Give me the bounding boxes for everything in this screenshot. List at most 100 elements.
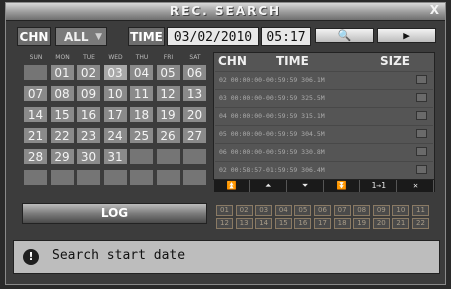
- file-list-row-text: 06 00:00:00-00:59:59 330.8M: [219, 148, 325, 156]
- calendar-day[interactable]: 26: [155, 127, 181, 144]
- calendar-day[interactable]: 27: [182, 127, 207, 144]
- calendar: SUN MON TUE WED THU FRI SAT 01 02 03 04 05 06 07 08 09 1…: [23, 52, 208, 192]
- calendar-day[interactable]: 11: [129, 85, 154, 102]
- calendar-day[interactable]: 02: [76, 64, 101, 81]
- calendar-empty-cell: [23, 64, 48, 81]
- chn-label: CHN: [17, 27, 51, 46]
- calendar-day[interactable]: 18: [129, 106, 154, 123]
- calendar-empty-cell: [102, 169, 128, 186]
- calendar-day[interactable]: 15: [49, 106, 75, 123]
- status-bar: ! Search start date: [13, 240, 440, 274]
- calendar-empty-cell: [23, 169, 48, 186]
- calendar-empty-cell: [76, 169, 101, 186]
- channel-select-value: ALL: [64, 30, 89, 44]
- row-checkbox[interactable]: [416, 165, 427, 174]
- file-list-row-text: 05 00:00:00-00:59:59 304.5M: [219, 130, 325, 138]
- weekday-header: SAT: [189, 54, 201, 61]
- calendar-day[interactable]: 23: [76, 127, 101, 144]
- pager-button[interactable]: ⏬: [324, 180, 361, 192]
- record-file-list: CHN TIME SIZE 02 00:00:00-00:59:59 306.1…: [213, 52, 435, 180]
- calendar-day[interactable]: 06: [182, 64, 207, 81]
- channel-indicator: 10: [392, 205, 410, 216]
- calendar-day[interactable]: 22: [49, 127, 75, 144]
- play-icon: ▶: [403, 29, 410, 42]
- window-title: REC. SEARCH: [169, 4, 282, 18]
- row-checkbox[interactable]: [416, 111, 427, 120]
- file-list-row[interactable]: 06 00:00:00-00:59:59 330.8M: [215, 143, 433, 159]
- calendar-day[interactable]: 07: [23, 85, 48, 102]
- calendar-day[interactable]: 13: [182, 85, 207, 102]
- weekday-header: SUN: [29, 54, 43, 61]
- channel-select[interactable]: ALL ▼: [55, 27, 107, 46]
- row-checkbox[interactable]: [416, 129, 427, 138]
- calendar-empty-cell: [129, 148, 154, 165]
- calendar-day[interactable]: 08: [49, 85, 75, 102]
- file-list-row[interactable]: 04 00:00:00-00:59:59 315.1M: [215, 107, 433, 123]
- calendar-day[interactable]: 21: [23, 127, 48, 144]
- row-checkbox[interactable]: [416, 93, 427, 102]
- channel-indicator: 22: [412, 218, 429, 229]
- file-list-row[interactable]: 05 00:00:00-00:59:59 304.5M: [215, 125, 433, 141]
- list-header-chn: CHN: [218, 54, 247, 68]
- rec-search-window: REC. SEARCH X CHN ALL ▼ TIME 03/02/2010 …: [5, 2, 446, 285]
- channel-indicator: 06: [314, 205, 331, 216]
- calendar-day[interactable]: 24: [102, 127, 128, 144]
- close-icon[interactable]: X: [430, 3, 439, 17]
- channel-indicator: 09: [372, 205, 390, 216]
- calendar-day[interactable]: 09: [76, 85, 101, 102]
- calendar-day[interactable]: 20: [182, 106, 207, 123]
- weekday-header: TUE: [83, 54, 95, 61]
- pager-button[interactable]: ⏷: [288, 180, 324, 192]
- log-button[interactable]: LOG: [22, 203, 207, 224]
- list-header-time: TIME: [276, 54, 309, 68]
- calendar-day[interactable]: 30: [76, 148, 101, 165]
- calendar-day[interactable]: 17: [102, 106, 128, 123]
- calendar-day[interactable]: 01: [49, 64, 75, 81]
- info-icon: !: [23, 249, 39, 265]
- calendar-empty-cell: [49, 169, 75, 186]
- list-pager: ⏫ ⏶ ⏷ ⏬ 1→1 ✕: [214, 180, 435, 192]
- row-checkbox[interactable]: [416, 75, 427, 84]
- channel-indicator: 11: [412, 205, 429, 216]
- calendar-day[interactable]: 19: [155, 106, 181, 123]
- pager-button[interactable]: ✕: [398, 180, 434, 192]
- pager-button[interactable]: 1→1: [361, 180, 398, 192]
- calendar-day[interactable]: 05: [155, 64, 181, 81]
- list-header-size: SIZE: [380, 54, 411, 68]
- calendar-day[interactable]: 04: [129, 64, 154, 81]
- date-field[interactable]: 03/02/2010: [167, 27, 259, 46]
- calendar-empty-cell: [129, 169, 154, 186]
- file-list-row[interactable]: 02 00:00:00-00:59:59 306.1M: [215, 71, 433, 87]
- channel-indicator-grid: 01 02 03 04 05 06 07 08 09 10 11 12 13 14 15 16 17 18 19 20…: [216, 205, 436, 231]
- calendar-day[interactable]: 03: [102, 64, 128, 81]
- calendar-empty-cell: [155, 148, 181, 165]
- channel-indicator: 20: [372, 218, 390, 229]
- search-button[interactable]: 🔍: [315, 28, 374, 43]
- calendar-day[interactable]: 14: [23, 106, 48, 123]
- calendar-day[interactable]: 25: [129, 127, 154, 144]
- channel-indicator: 04: [274, 205, 292, 216]
- title-bar: REC. SEARCH X: [6, 3, 445, 21]
- weekday-header: MON: [55, 54, 70, 61]
- calendar-day[interactable]: 31: [102, 148, 128, 165]
- calendar-day[interactable]: 16: [76, 106, 101, 123]
- file-list-row-text: 02 00:00:00-00:59:59 306.1M: [219, 76, 325, 84]
- calendar-empty-cell: [182, 148, 207, 165]
- calendar-day[interactable]: 29: [49, 148, 75, 165]
- file-list-row[interactable]: 02 00:58:57-01:59:59 306.4M: [215, 161, 433, 177]
- status-text: Search start date: [52, 248, 186, 263]
- file-list-row[interactable]: 03 00:00:00-00:59:59 325.5M: [215, 89, 433, 105]
- calendar-day[interactable]: 28: [23, 148, 48, 165]
- file-list-row-text: 02 00:58:57-01:59:59 306.4M: [219, 166, 325, 174]
- channel-indicator: 12: [216, 218, 233, 229]
- calendar-day[interactable]: 10: [102, 85, 128, 102]
- pager-button[interactable]: ⏫: [214, 180, 250, 192]
- pager-button[interactable]: ⏶: [251, 180, 287, 192]
- channel-indicator: 13: [235, 218, 253, 229]
- calendar-day[interactable]: 12: [155, 85, 181, 102]
- time-field[interactable]: 05:17: [261, 27, 311, 46]
- row-checkbox[interactable]: [416, 147, 427, 156]
- channel-indicator: 19: [353, 218, 371, 229]
- play-button[interactable]: ▶: [377, 28, 436, 43]
- weekday-header: WED: [108, 54, 123, 61]
